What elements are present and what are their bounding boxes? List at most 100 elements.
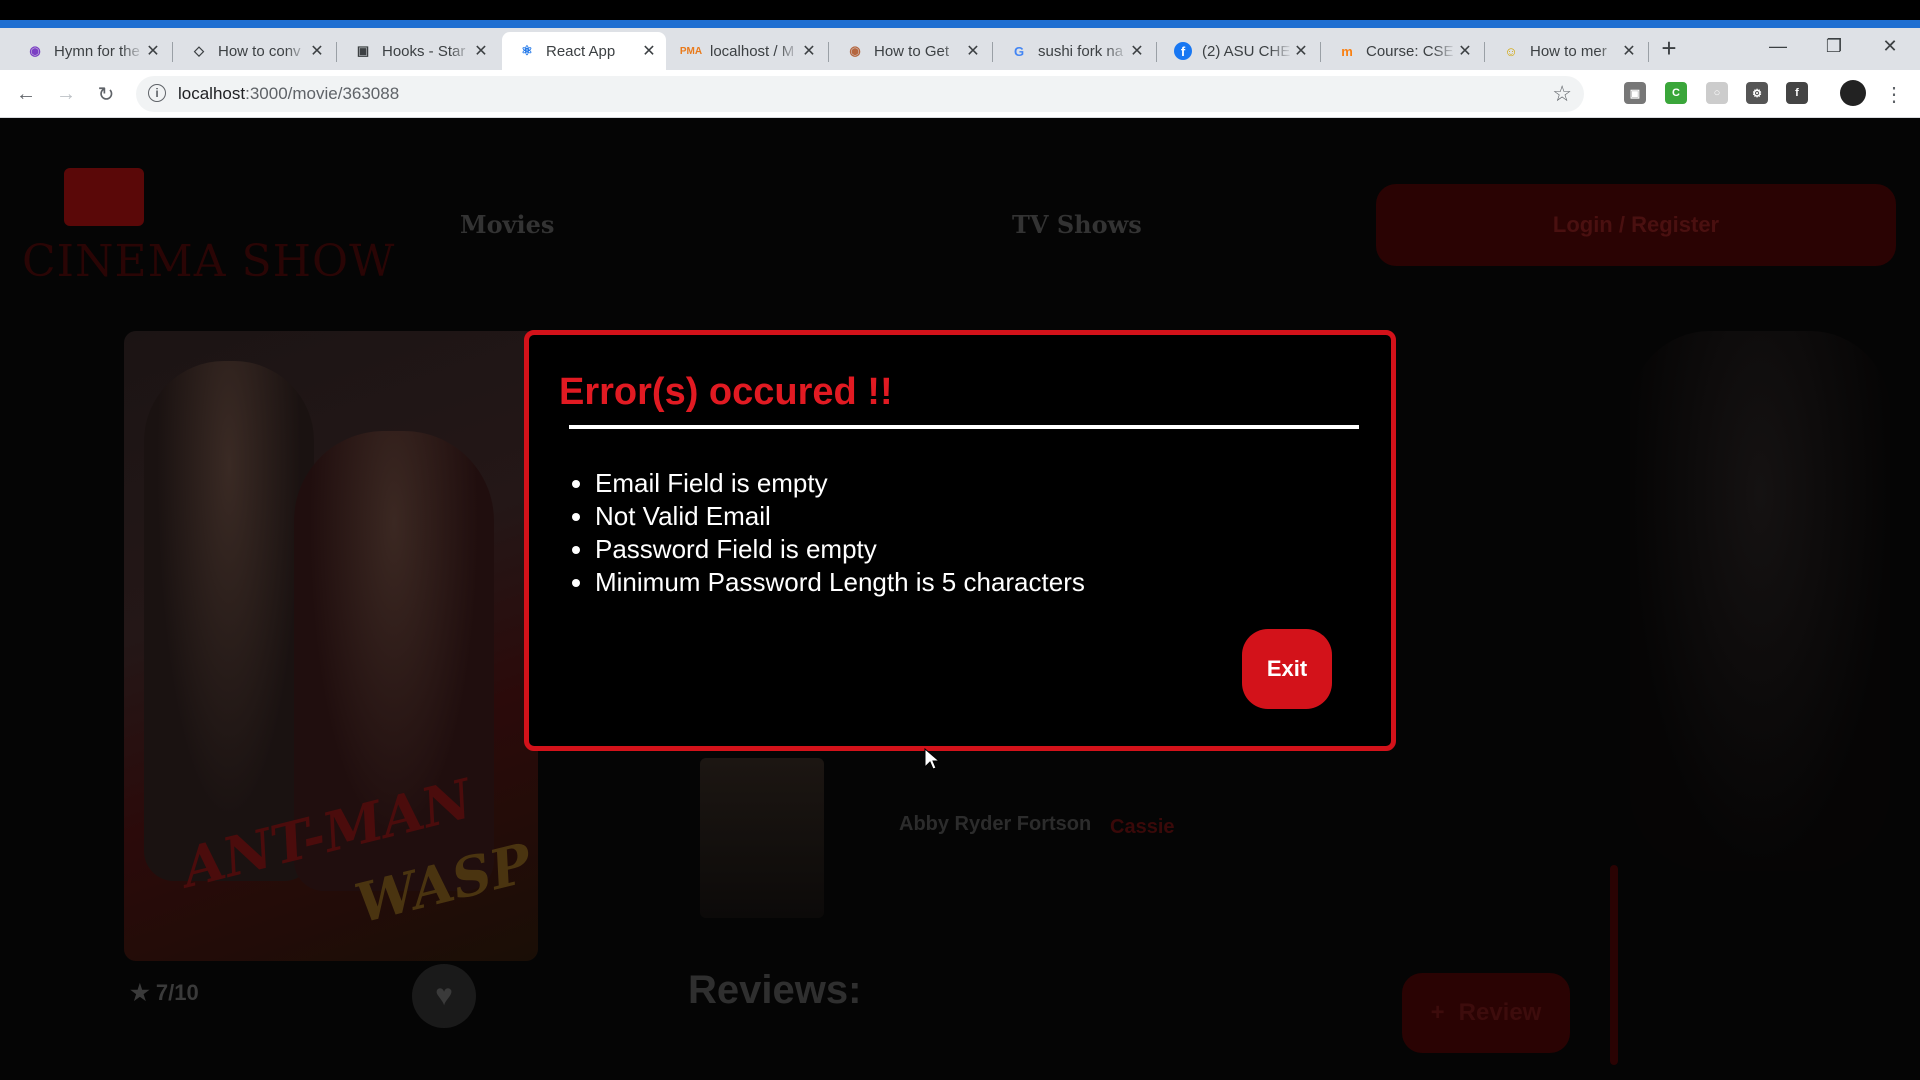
github-icon: ◉ <box>849 43 861 58</box>
tab-strip: ◉ Hymn for the ✕ ◇ How to conv ✕ ▣ Hooks… <box>0 28 1920 70</box>
minimize-icon[interactable]: — <box>1750 28 1806 64</box>
actor-name: Abby Ryder Fortson <box>899 813 1092 835</box>
side-accent-bar <box>1610 865 1618 1065</box>
tab-separator <box>1648 42 1649 62</box>
tab-title: Course: CSE <box>1366 42 1454 60</box>
side-backdrop <box>1630 331 1890 871</box>
exit-button[interactable]: Exit <box>1242 629 1332 709</box>
tab-separator <box>1156 42 1157 62</box>
rating: ★ 7/10 <box>130 980 199 1006</box>
tab[interactable]: G sushi fork na ✕ <box>994 32 1154 70</box>
tab-title: How to mer <box>1530 42 1607 60</box>
tab-title: sushi fork na <box>1038 42 1124 60</box>
tab-title: localhost / M <box>710 42 795 60</box>
tab[interactable]: f (2) ASU CHE ✕ <box>1158 32 1318 70</box>
url-host: localhost <box>178 84 246 103</box>
tab-active[interactable]: ⚛ React App ✕ <box>502 32 666 70</box>
browser-toolbar: ← → ↻ i localhost:3000/movie/363088 ☆ ▣ … <box>0 70 1920 118</box>
error-item: Password Field is empty <box>595 533 1085 566</box>
close-icon[interactable]: ✕ <box>1456 42 1474 60</box>
login-register-button[interactable]: Login / Register <box>1376 184 1896 266</box>
reviews-heading: Reviews: <box>688 968 862 1012</box>
url-text[interactable]: localhost:3000/movie/363088 <box>178 84 399 104</box>
tab[interactable]: m Course: CSE ✕ <box>1322 32 1482 70</box>
tab[interactable]: PMA localhost / M ✕ <box>666 32 826 70</box>
extension-facebook-icon[interactable]: f <box>1786 82 1808 104</box>
plus-icon: + <box>1430 999 1445 1026</box>
close-icon[interactable]: ✕ <box>640 42 658 60</box>
actor-role: Cassie <box>1110 816 1175 838</box>
mouse-cursor-icon <box>924 748 940 770</box>
rating-max: /10 <box>168 980 199 1005</box>
tab-title: Hooks - Star <box>382 42 466 60</box>
restore-icon[interactable]: ❐ <box>1806 28 1862 64</box>
menu-icon[interactable]: ⋮ <box>1880 80 1908 108</box>
close-icon[interactable]: ✕ <box>1620 42 1638 60</box>
tab-separator <box>172 42 173 62</box>
add-review-button[interactable]: + Review <box>1402 973 1570 1053</box>
close-icon[interactable]: ✕ <box>1128 42 1146 60</box>
react-icon: ⚛ <box>521 43 533 58</box>
close-window-icon[interactable]: ✕ <box>1862 28 1918 64</box>
close-icon[interactable]: ✕ <box>144 42 162 60</box>
review-button-label: Review <box>1458 999 1542 1026</box>
phpmyadmin-icon: PMA <box>679 45 703 57</box>
clapperboard-icon <box>64 168 144 226</box>
extension-gear-icon[interactable]: ⚙ <box>1746 82 1768 104</box>
extension-cube-icon[interactable]: ▣ <box>1624 82 1646 104</box>
logo-text: CINEMA SHOW <box>22 236 396 287</box>
back-icon[interactable]: ← <box>12 80 40 108</box>
window-top <box>0 0 1920 28</box>
nav-tv-shows[interactable]: TV Shows <box>1012 210 1142 239</box>
error-item: Not Valid Email <box>595 500 1085 533</box>
star-icon: ★ <box>130 980 150 1005</box>
close-icon[interactable]: ✕ <box>308 42 326 60</box>
moodle-icon: m <box>1341 43 1353 59</box>
forward-icon[interactable]: → <box>52 80 80 108</box>
google-icon: G <box>1013 43 1025 59</box>
tab-separator <box>1484 42 1485 62</box>
actor-photo <box>700 758 824 918</box>
modal-divider <box>569 425 1359 429</box>
tab-separator <box>336 42 337 62</box>
music-icon: ◉ <box>29 43 41 58</box>
extension-circle-icon[interactable]: ○ <box>1706 82 1728 104</box>
tab[interactable]: ◇ How to conv ✕ <box>174 32 334 70</box>
favorite-heart-icon[interactable]: ♥ <box>412 964 476 1028</box>
tab[interactable]: ☺ How to mer ✕ <box>1486 32 1646 70</box>
close-icon[interactable]: ✕ <box>964 42 982 60</box>
error-item: Minimum Password Length is 5 characters <box>595 566 1085 599</box>
tab[interactable]: ◉ Hymn for the ✕ <box>10 32 170 70</box>
reload-icon[interactable]: ↻ <box>92 80 120 108</box>
box-icon: ▣ <box>356 43 370 58</box>
error-item: Email Field is empty <box>595 467 1085 500</box>
close-icon[interactable]: ✕ <box>800 42 818 60</box>
facebook-icon: f <box>1174 42 1192 60</box>
address-bar[interactable]: i localhost:3000/movie/363088 ☆ <box>136 76 1584 112</box>
bookmark-star-icon[interactable]: ☆ <box>1552 81 1572 107</box>
accent-bar <box>0 20 1920 28</box>
movie-poster: ANT-MAN WASP <box>124 331 538 961</box>
close-icon[interactable]: ✕ <box>1292 42 1310 60</box>
tab[interactable]: ◉ How to Get ✕ <box>830 32 990 70</box>
rating-value: 7 <box>155 980 169 1005</box>
error-list: Email Field is empty Not Valid Email Pas… <box>567 467 1085 599</box>
error-modal: Error(s) occured !! Email Field is empty… <box>524 330 1396 751</box>
diamond-icon: ◇ <box>194 43 204 58</box>
smiley-icon: ☺ <box>1504 43 1518 59</box>
tab-separator <box>992 42 993 62</box>
new-tab-button[interactable]: + <box>1655 33 1683 63</box>
url-path: :3000/movie/363088 <box>245 84 400 103</box>
tab-title: How to conv <box>218 42 301 60</box>
close-icon[interactable]: ✕ <box>472 42 490 60</box>
nav-movies[interactable]: Movies <box>460 210 554 239</box>
info-icon[interactable]: i <box>148 84 166 102</box>
avatar[interactable] <box>1840 80 1866 106</box>
tab[interactable]: ▣ Hooks - Star ✕ <box>338 32 498 70</box>
extension-cors-icon[interactable]: C <box>1665 82 1687 104</box>
tab-title: React App <box>546 42 616 60</box>
tab-title: How to Get <box>874 42 950 60</box>
poster-figure <box>144 361 314 881</box>
tab-separator <box>828 42 829 62</box>
modal-title: Error(s) occured !! <box>559 371 893 413</box>
